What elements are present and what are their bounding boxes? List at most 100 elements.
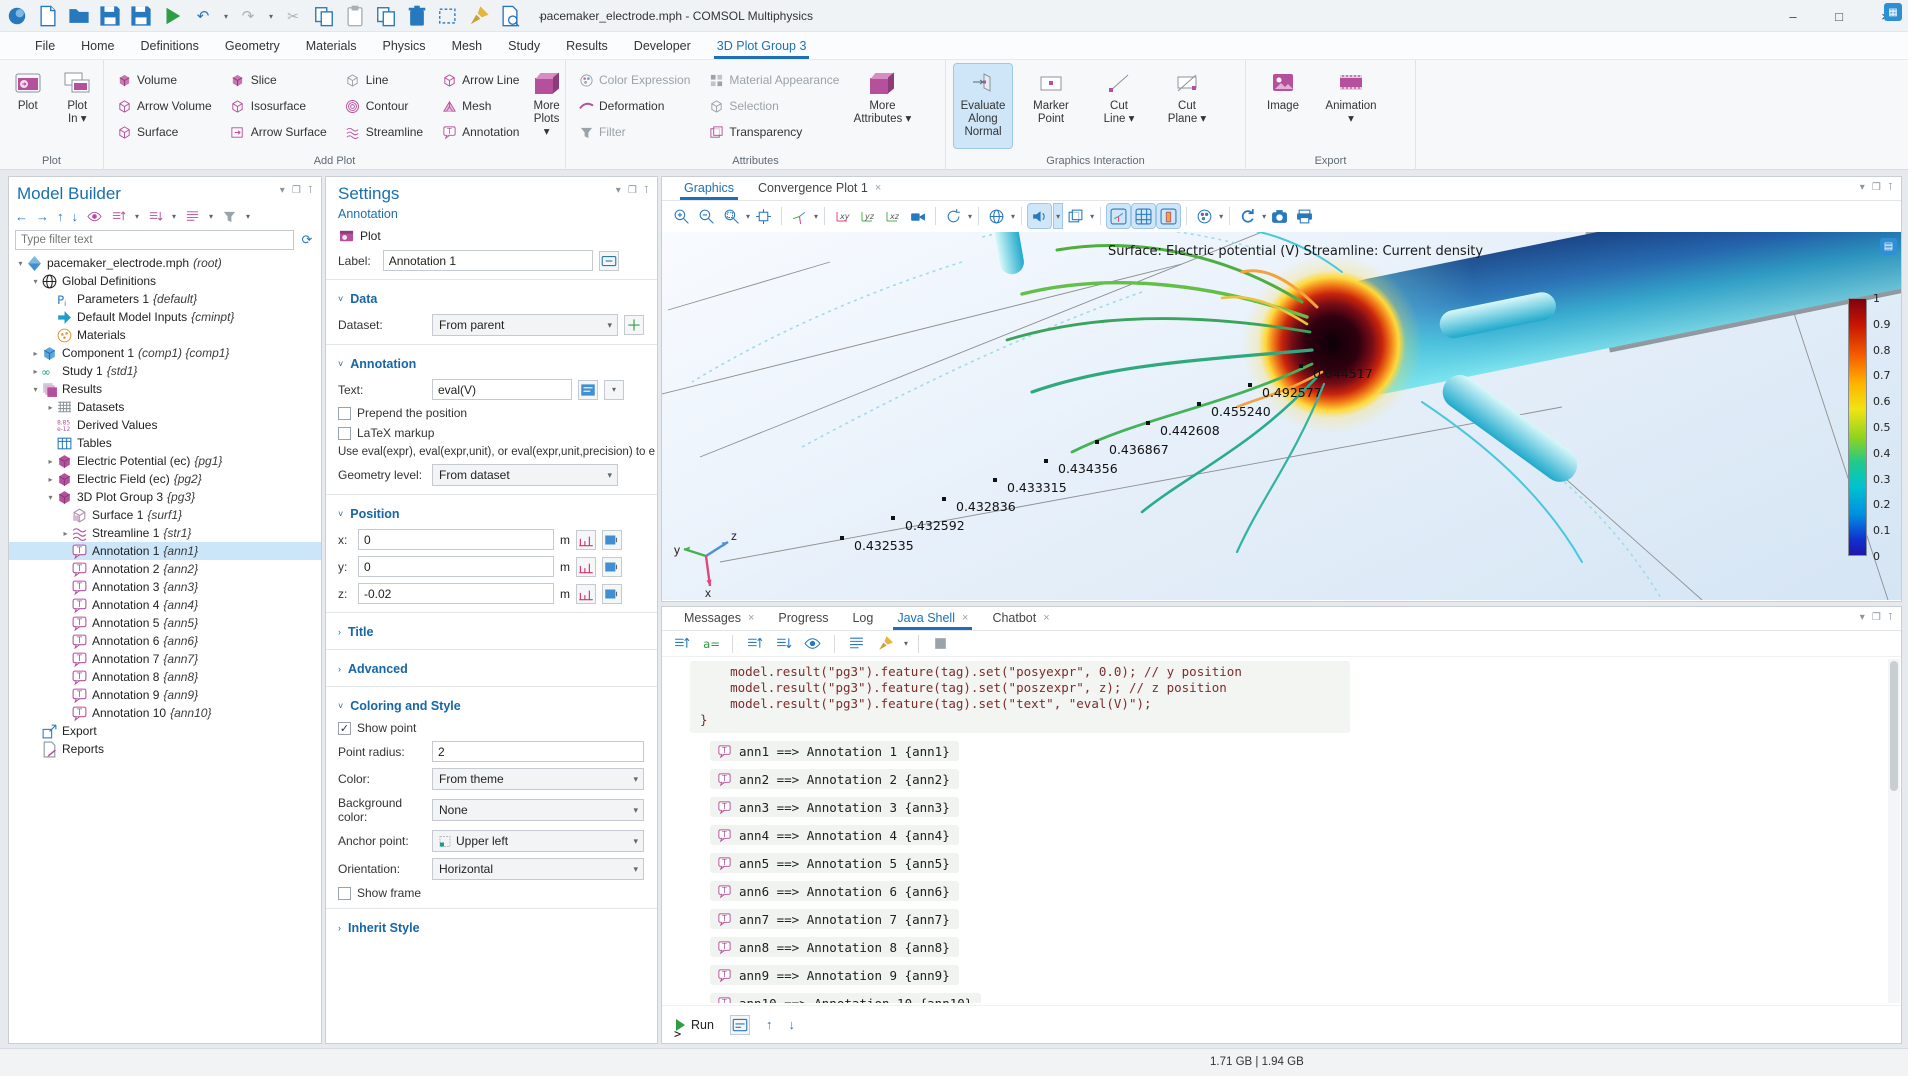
tree-item-component-1[interactable]: ▸Component 1(comp1) {comp1} bbox=[9, 344, 321, 362]
annotation-text-input[interactable] bbox=[432, 379, 572, 400]
expand-icon[interactable]: ▸ bbox=[60, 529, 71, 538]
redo-icon-dropdown[interactable]: ▾ bbox=[269, 12, 273, 21]
panel-menu-icon[interactable]: ▾ bbox=[1860, 182, 1865, 193]
close-icon[interactable]: × bbox=[962, 612, 968, 624]
redo-icon[interactable]: ↷ bbox=[237, 5, 259, 27]
tab-3d-plot-group-3[interactable]: 3D Plot Group 3 bbox=[704, 35, 820, 59]
comsol-logo-icon[interactable] bbox=[6, 5, 28, 27]
collapse-icon[interactable]: ▾ bbox=[30, 385, 41, 394]
point-radius-input[interactable] bbox=[432, 741, 644, 762]
expand-icon[interactable]: ▸ bbox=[30, 349, 41, 358]
dataset-select[interactable]: From parent bbox=[432, 314, 618, 336]
view-yz-icon[interactable]: yz bbox=[856, 204, 879, 228]
panel-menu-icon[interactable]: ▾ bbox=[616, 185, 621, 196]
command-window-icon[interactable] bbox=[730, 1015, 750, 1035]
tree-item-annotation-5[interactable]: TAnnotation 5{ann5} bbox=[9, 614, 321, 632]
section-advanced[interactable]: ›Advanced bbox=[326, 655, 657, 681]
tree-item-annotation-6[interactable]: TAnnotation 6{ann6} bbox=[9, 632, 321, 650]
snapshot-icon[interactable] bbox=[1268, 204, 1291, 228]
canvas-settings-icon[interactable]: ▤ bbox=[1880, 238, 1897, 255]
tab-messages[interactable]: Messages× bbox=[674, 608, 764, 630]
clear-console-icon[interactable] bbox=[874, 632, 897, 656]
show-point-checkbox[interactable]: ✓ bbox=[338, 722, 351, 735]
preview-icon[interactable] bbox=[801, 632, 824, 656]
x-expression-icon[interactable] bbox=[602, 530, 622, 550]
scene-light-icon[interactable] bbox=[985, 204, 1008, 228]
dataset-edit-icon[interactable] bbox=[624, 315, 644, 335]
forward-icon[interactable]: → bbox=[36, 209, 49, 224]
history-next-icon[interactable]: ↓ bbox=[788, 1017, 795, 1032]
tree-item-streamline-1[interactable]: ▸Streamline 1{str1} bbox=[9, 524, 321, 542]
zoom-box-icon-dropdown[interactable]: ▾ bbox=[746, 212, 750, 221]
tab-chatbot[interactable]: Chatbot× bbox=[982, 608, 1059, 630]
move-up-icon[interactable]: ↑ bbox=[57, 209, 64, 224]
tree-item-derived-values[interactable]: 8.85e-12Derived Values bbox=[9, 416, 321, 434]
tree-item-annotation-2[interactable]: TAnnotation 2{ann2} bbox=[9, 560, 321, 578]
model-tree-node-text-icon-dropdown[interactable]: ▾ bbox=[209, 212, 213, 221]
zoom-in-icon[interactable] bbox=[670, 204, 693, 228]
run-icon[interactable] bbox=[161, 5, 183, 27]
label-field[interactable] bbox=[383, 250, 593, 271]
deformation-button[interactable]: Deformation bbox=[574, 94, 694, 118]
tree-item-annotation-9[interactable]: TAnnotation 9{ann9} bbox=[9, 686, 321, 704]
go-to-default-view-icon-dropdown[interactable]: ▾ bbox=[814, 212, 818, 221]
section-inherit-style[interactable]: ›Inherit Style bbox=[326, 914, 657, 940]
tree-item-tables[interactable]: Tables bbox=[9, 434, 321, 452]
expression-icon[interactable] bbox=[578, 380, 598, 400]
z-expression-icon[interactable] bbox=[602, 584, 622, 604]
surface-button[interactable]: Surface bbox=[112, 120, 216, 144]
tab-graphics[interactable]: Graphics bbox=[674, 178, 744, 200]
volume-button[interactable]: Volume bbox=[112, 68, 216, 92]
plot-update-icon-dropdown[interactable]: ▾ bbox=[1262, 212, 1266, 221]
save-as-icon[interactable] bbox=[130, 5, 152, 27]
x-input[interactable] bbox=[358, 529, 554, 550]
filter-tree-icon[interactable] bbox=[221, 208, 237, 224]
expand-icon[interactable]: ▸ bbox=[45, 475, 56, 484]
slice-button[interactable]: Slice bbox=[226, 68, 331, 92]
tab-log[interactable]: Log bbox=[842, 608, 883, 630]
orientation-select[interactable]: Horizontal bbox=[432, 858, 644, 880]
print-icon[interactable] bbox=[1293, 204, 1316, 228]
image-button[interactable]: Image bbox=[1254, 64, 1312, 148]
ribbon-layout-icon[interactable]: ▦ bbox=[1884, 3, 1902, 21]
panel-pin-icon[interactable]: ⊺ bbox=[644, 185, 649, 196]
tree-item-surface-1[interactable]: Surface 1{surf1} bbox=[9, 506, 321, 524]
show-icon[interactable] bbox=[86, 208, 102, 224]
tab-results[interactable]: Results bbox=[553, 35, 621, 59]
tree-item-electric-potential-ec-[interactable]: ▸Electric Potential (ec){pg1} bbox=[9, 452, 321, 470]
scroll-to-top-icon[interactable] bbox=[743, 632, 766, 656]
tree-item-parameters-1[interactable]: PiParameters 1{default} bbox=[9, 290, 321, 308]
section-data[interactable]: ˅Data bbox=[326, 285, 657, 311]
mesh-button[interactable]: Mesh bbox=[437, 94, 523, 118]
contour-button[interactable]: Contour bbox=[341, 94, 427, 118]
tab-geometry[interactable]: Geometry bbox=[212, 35, 293, 59]
graphics-canvas[interactable]: Surface: Electric potential (V) Streamli… bbox=[662, 232, 1901, 600]
tree-item-electric-field-ec-[interactable]: ▸Electric Field (ec){pg2} bbox=[9, 470, 321, 488]
rotate-icon-dropdown[interactable]: ▾ bbox=[968, 212, 972, 221]
stop-icon[interactable] bbox=[929, 632, 952, 656]
zoom-extents-icon[interactable] bbox=[752, 204, 775, 228]
expand-all-icon-dropdown[interactable]: ▾ bbox=[135, 212, 139, 221]
console-scrollbar[interactable] bbox=[1888, 659, 1900, 1003]
new-file-icon[interactable] bbox=[37, 5, 59, 27]
tab-physics[interactable]: Physics bbox=[369, 35, 438, 59]
delete-icon[interactable] bbox=[406, 5, 428, 27]
show-frame-checkbox[interactable] bbox=[338, 887, 351, 900]
duplicate-icon[interactable] bbox=[375, 5, 397, 27]
tab-developer[interactable]: Developer bbox=[621, 35, 704, 59]
tree-item-annotation-10[interactable]: TAnnotation 10{ann10} bbox=[9, 704, 321, 722]
close-icon[interactable]: × bbox=[875, 182, 881, 194]
view-xy-icon[interactable]: xy bbox=[831, 204, 854, 228]
y-expression-icon[interactable] bbox=[602, 557, 622, 577]
panel-menu-icon[interactable]: ▾ bbox=[1860, 612, 1865, 623]
minimize-button[interactable]: – bbox=[1770, 0, 1816, 32]
panel-menu-icon[interactable]: ▾ bbox=[280, 185, 285, 196]
more-attributes-button[interactable]: More Attributes ▾ bbox=[853, 64, 911, 148]
zoom-out-icon[interactable] bbox=[695, 204, 718, 228]
color-theme-icon-dropdown[interactable]: ▾ bbox=[1219, 212, 1223, 221]
tree-item-materials[interactable]: Materials bbox=[9, 326, 321, 344]
color-theme-icon[interactable] bbox=[1193, 204, 1216, 228]
model-tree-node-text-icon[interactable] bbox=[184, 208, 200, 224]
save-icon[interactable] bbox=[99, 5, 121, 27]
tree-item-datasets[interactable]: ▸Datasets bbox=[9, 398, 321, 416]
